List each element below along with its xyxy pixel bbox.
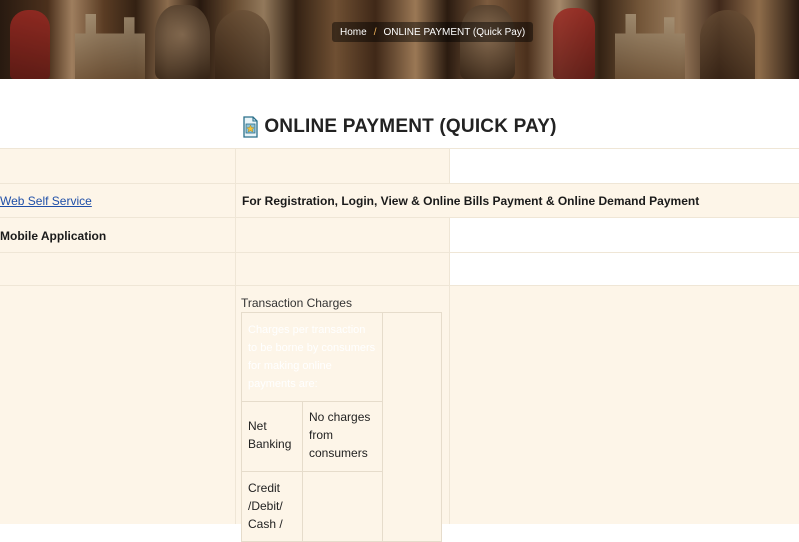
payment-mode-card: Credit /Debit/ Cash / [248, 481, 283, 531]
divider [382, 313, 383, 541]
table-row: Web Self Service For Registration, Login… [0, 183, 799, 218]
document-star-icon [243, 116, 258, 138]
table-row: Mobile Application [0, 217, 799, 253]
web-self-service-link[interactable]: Web Self Service [0, 194, 92, 208]
web-self-service-description: For Registration, Login, View & Online B… [242, 194, 700, 208]
charges-table: Charges per transaction to be borne by c… [241, 312, 442, 542]
breadcrumb-separator: / [373, 26, 377, 38]
table-cell [450, 253, 799, 286]
breadcrumb-home-link[interactable]: Home [340, 27, 367, 38]
hero-banner: Home / ONLINE PAYMENT (Quick Pay) [0, 0, 799, 79]
charge-net-banking: No charges from consumers [309, 410, 371, 460]
table-cell [450, 286, 799, 524]
mobile-application-label: Mobile Application [0, 228, 107, 243]
table-cell [450, 149, 799, 184]
page-title-text: ONLINE PAYMENT (QUICK PAY) [264, 116, 557, 137]
charges-note: Charges per transaction to be borne by c… [248, 324, 376, 390]
table-cell [0, 253, 236, 286]
table-row [0, 252, 799, 286]
table-cell [0, 286, 236, 524]
table-cell [0, 149, 236, 184]
divider [302, 401, 303, 541]
table-cell: Mobile Application [0, 218, 236, 253]
table-cell: Web Self Service [0, 184, 236, 218]
table-cell [236, 218, 450, 253]
divider [242, 471, 382, 472]
table-cell: For Registration, Login, View & Online B… [236, 184, 799, 218]
page-title: ONLINE PAYMENT (QUICK PAY) [0, 116, 799, 138]
breadcrumb: Home / ONLINE PAYMENT (Quick Pay) [332, 22, 534, 42]
transaction-charges-label: Transaction Charges [241, 296, 352, 310]
payment-mode-net-banking: Net Banking [248, 419, 292, 451]
table-row [0, 148, 799, 184]
table-cell [236, 253, 450, 286]
divider [242, 401, 382, 402]
breadcrumb-current: ONLINE PAYMENT (Quick Pay) [383, 26, 526, 38]
table-cell [450, 218, 799, 253]
table-cell [236, 149, 450, 184]
